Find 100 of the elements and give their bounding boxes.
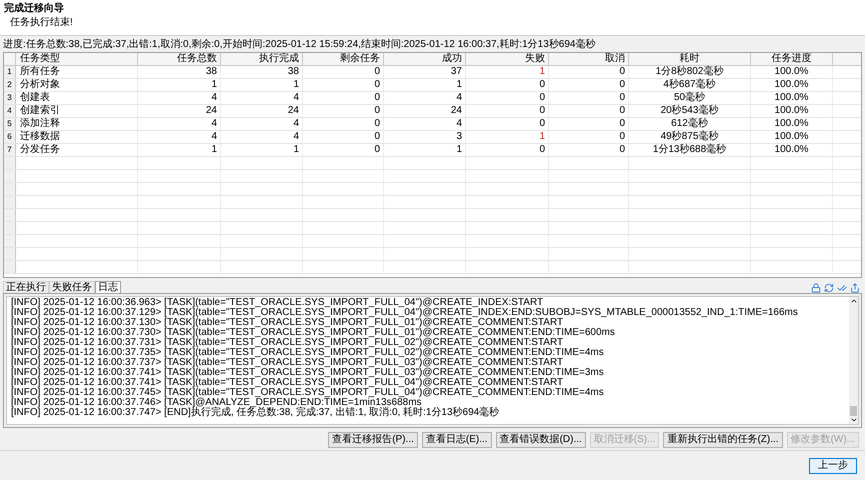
table-cell: 1分13秒688毫秒 xyxy=(629,144,751,156)
table-cell: 4秒687毫秒 xyxy=(629,79,751,91)
table-cell: 1 xyxy=(466,131,549,143)
log-line: [INFO] 2025-01-12 16:00:37.741> [TASK](table="TEST_ORACLE.SYS_IMPORT_FULL_04")@CREATE_COMMENT:START xyxy=(11,378,564,388)
table-cell: 20秒543毫秒 xyxy=(629,105,751,117)
column-header[interactable]: 任务总数 xyxy=(138,53,221,65)
table-cell: 0 xyxy=(466,105,549,117)
table-cell: 4 xyxy=(221,118,303,130)
table-cell: 创建索引 xyxy=(16,105,138,117)
table-cell: 100.0% xyxy=(751,105,833,117)
table-cell: 0 xyxy=(549,66,629,78)
lock-icon[interactable] xyxy=(811,283,821,293)
table-cell: 3 xyxy=(384,131,466,143)
table-cell: 0 xyxy=(303,118,384,130)
table-cell: 100.0% xyxy=(751,79,833,91)
row-number: 5 xyxy=(4,118,16,130)
table-cell: 1 xyxy=(466,66,549,78)
wizard-subtitle: 任务执行结束! xyxy=(9,16,74,30)
table-cell: 4 xyxy=(384,92,466,104)
table-cell: 38 xyxy=(138,66,221,78)
action-button[interactable]: 查看迁移报告(P)... xyxy=(328,432,418,448)
table-cell: 1分8秒802毫秒 xyxy=(629,66,751,78)
table-cell: 0 xyxy=(303,79,384,91)
table-cell: 1 xyxy=(221,144,303,156)
action-button[interactable]: 重新执行出错的任务(Z)... xyxy=(663,432,783,448)
table-cell: 分析对象 xyxy=(16,79,138,91)
table-cell: 24 xyxy=(221,105,303,117)
scrollbar[interactable] xyxy=(849,297,858,424)
table-cell: 1 xyxy=(138,144,221,156)
table-cell: 100.0% xyxy=(751,131,833,143)
table-cell: 1 xyxy=(138,79,221,91)
action-button[interactable]: 查看错误数据(D)... xyxy=(496,432,586,448)
table-cell: 0 xyxy=(303,66,384,78)
table-cell: 创建表 xyxy=(16,92,138,104)
table-cell: 612毫秒 xyxy=(629,118,751,130)
table-cell: 100.0% xyxy=(751,118,833,130)
row-number: 6 xyxy=(4,131,16,143)
table-cell: 50毫秒 xyxy=(629,92,751,104)
double-check-icon[interactable] xyxy=(837,283,847,293)
table-cell: 4 xyxy=(138,118,221,130)
log-line: [INFO] 2025-01-12 16:00:37.741> [TASK](table="TEST_ORACLE.SYS_IMPORT_FULL_03")@CREATE_COMMENT:END:TIME=3ms xyxy=(11,368,605,378)
scroll-up-icon[interactable] xyxy=(850,297,858,305)
scrollbar-thumb[interactable] xyxy=(850,406,857,416)
column-header[interactable]: 剩余任务 xyxy=(303,53,384,65)
table-cell: 0 xyxy=(466,144,549,156)
table-cell: 添加注释 xyxy=(16,118,138,130)
table-cell: 0 xyxy=(549,79,629,91)
table-cell: 所有任务 xyxy=(16,66,138,78)
column-header[interactable]: 成功 xyxy=(384,53,466,65)
row-number: 1 xyxy=(4,66,16,78)
table-cell: 1 xyxy=(221,79,303,91)
table-cell: 24 xyxy=(384,105,466,117)
log-line: [INFO] 2025-01-12 16:00:36.963> [TASK](table="TEST_ORACLE.SYS_IMPORT_FULL_04")@CREATE_INDEX:START xyxy=(11,298,544,308)
table-cell: 0 xyxy=(466,79,549,91)
table-cell: 1 xyxy=(384,144,466,156)
action-button[interactable]: 查看日志(E)... xyxy=(422,432,492,448)
table-cell: 0 xyxy=(549,118,629,130)
log-line: [INFO] 2025-01-12 16:00:37.745> [TASK](table="TEST_ORACLE.SYS_IMPORT_FULL_04")@CREATE_COMMENT:END:TIME=4ms xyxy=(11,388,605,398)
table-cell: 0 xyxy=(549,105,629,117)
back-button[interactable]: 上一步 xyxy=(809,458,857,474)
tab[interactable]: 日志 xyxy=(95,281,121,293)
row-number: 7 xyxy=(4,144,16,156)
log-line: [INFO] 2025-01-12 16:00:37.129> [TASK](table="TEST_ORACLE.SYS_IMPORT_FULL_04")@CREATE_INDEX:END:SUBOBJ=SYS_MTABLE_000013552_IND_1:TIME=166ms xyxy=(11,308,799,318)
table-cell: 100.0% xyxy=(751,66,833,78)
table-cell: 100.0% xyxy=(751,144,833,156)
table-cell: 4 xyxy=(384,118,466,130)
table-cell: 4 xyxy=(221,131,303,143)
column-header[interactable]: 取消 xyxy=(549,53,629,65)
table-cell: 4 xyxy=(221,92,303,104)
table-cell: 24 xyxy=(138,105,221,117)
table-cell: 0 xyxy=(303,131,384,143)
table-cell: 49秒875毫秒 xyxy=(629,131,751,143)
table-cell: 0 xyxy=(549,144,629,156)
refresh-icon[interactable] xyxy=(824,283,834,293)
table-cell: 0 xyxy=(303,92,384,104)
column-header[interactable]: 耗时 xyxy=(629,53,751,65)
log-line: [INFO] 2025-01-12 16:00:37.730> [TASK](table="TEST_ORACLE.SYS_IMPORT_FULL_01")@CREATE_COMMENT:END:TIME=600ms xyxy=(11,328,616,338)
table-cell: 0 xyxy=(466,92,549,104)
tab[interactable]: 失败任务 xyxy=(49,281,95,293)
log-line: [INFO] 2025-01-12 16:00:37.737> [TASK](table="TEST_ORACLE.SYS_IMPORT_FULL_03")@CREATE_COMMENT:START xyxy=(11,358,564,368)
log-line: [INFO] 2025-01-12 16:00:37.747> [END]执行完成, 任务总数:38, 完成:37, 出错:1, 取消:0, 耗时:1分13秒694毫秒 xyxy=(11,408,500,418)
table-cell: 迁移数据 xyxy=(16,131,138,143)
log-line: [INFO] 2025-01-12 16:00:37.130> [TASK](table="TEST_ORACLE.SYS_IMPORT_FULL_01")@CREATE_COMMENT:START xyxy=(11,318,564,328)
table-cell: 0 xyxy=(466,118,549,130)
table-cell: 0 xyxy=(549,92,629,104)
export-icon[interactable] xyxy=(850,283,860,293)
table-cell: 0 xyxy=(303,144,384,156)
scroll-down-icon[interactable] xyxy=(850,416,858,424)
progress-summary: 进度:任务总数:38,已完成:37,出错:1,取消:0,剩余:0,开始时间:2025-01-12 15:59:24,结束时间:2025-01-12 16:00:37,耗时:1分13秒694毫秒 xyxy=(3,39,596,51)
column-header[interactable]: 任务类型 xyxy=(16,53,138,65)
row-number: 3 xyxy=(4,92,16,104)
log-line: [INFO] 2025-01-12 16:00:37.746> [TASK]@ANALYZE_DEPEND:END:TIME=1min13s688ms xyxy=(11,398,422,408)
log-line: [INFO] 2025-01-12 16:00:37.731> [TASK](table="TEST_ORACLE.SYS_IMPORT_FULL_02")@CREATE_COMMENT:START xyxy=(11,338,564,348)
table-cell: 4 xyxy=(138,92,221,104)
column-header[interactable]: 失败 xyxy=(466,53,549,65)
tab[interactable]: 正在执行 xyxy=(3,281,49,293)
log-line: [INFO] 2025-01-12 16:00:37.735> [TASK](table="TEST_ORACLE.SYS_IMPORT_FULL_02")@CREATE_COMMENT:END:TIME=4ms xyxy=(11,348,605,358)
table-cell: 0 xyxy=(549,131,629,143)
table-cell: 0 xyxy=(303,105,384,117)
table-cell: 1 xyxy=(384,79,466,91)
